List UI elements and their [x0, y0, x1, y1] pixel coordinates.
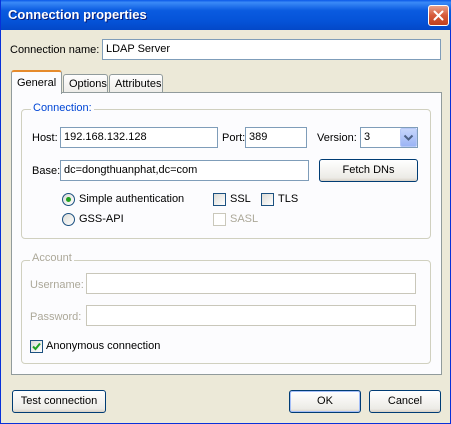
- tab-options-label: Options: [69, 78, 107, 90]
- host-input[interactable]: 192.168.132.128: [60, 127, 218, 148]
- cancel-button[interactable]: Cancel: [369, 390, 441, 413]
- tab-options[interactable]: Options: [63, 74, 108, 94]
- anonymous-label: Anonymous connection: [46, 340, 161, 352]
- tls-label: TLS: [278, 193, 299, 205]
- close-icon: [433, 10, 444, 21]
- ssl-label: SSL: [230, 193, 251, 205]
- close-button[interactable]: [428, 5, 449, 26]
- checkmark-icon: [32, 342, 41, 351]
- version-dropdown-button[interactable]: [400, 128, 417, 147]
- port-label: Port:: [222, 132, 246, 144]
- sasl-checkbox[interactable]: [213, 213, 226, 226]
- sasl-label: SASL: [230, 213, 259, 225]
- connection-group-title: Connection:: [31, 102, 94, 114]
- port-input[interactable]: 389: [245, 127, 307, 148]
- account-group-title: Account: [30, 252, 74, 264]
- tab-attributes[interactable]: Attributes: [109, 74, 163, 94]
- window-title: Connection properties: [8, 7, 147, 22]
- tab-attributes-label: Attributes: [115, 78, 162, 90]
- tab-general-label: General: [17, 77, 57, 89]
- title-bar[interactable]: Connection properties: [1, 0, 451, 30]
- username-label: Username:: [30, 279, 84, 291]
- gss-api-label: GSS-API: [79, 213, 124, 225]
- tab-general[interactable]: General: [11, 70, 62, 94]
- connection-name-input[interactable]: LDAP Server: [102, 39, 441, 60]
- test-connection-button[interactable]: Test connection: [12, 390, 106, 413]
- base-label: Base:: [32, 165, 61, 177]
- tls-checkbox[interactable]: [261, 193, 274, 206]
- username-input[interactable]: [86, 273, 416, 294]
- version-label: Version:: [317, 132, 357, 144]
- dialog-window: Connection properties Connection name: L…: [0, 0, 451, 424]
- fetch-dns-button[interactable]: Fetch DNs: [319, 159, 418, 182]
- ssl-checkbox[interactable]: [213, 193, 226, 206]
- gss-api-radio[interactable]: [62, 213, 75, 226]
- ok-button[interactable]: OK: [289, 390, 361, 413]
- version-value: 3: [364, 131, 371, 143]
- simple-auth-radio[interactable]: [62, 193, 75, 206]
- connection-name-label: Connection name:: [10, 44, 100, 56]
- anonymous-checkbox[interactable]: [30, 340, 43, 353]
- host-label: Host:: [32, 132, 58, 144]
- radio-selected-dot: [66, 197, 71, 202]
- simple-auth-label: Simple authentication: [79, 193, 185, 205]
- chevron-down-icon: [403, 134, 414, 141]
- password-label: Password:: [30, 311, 82, 323]
- base-input[interactable]: dc=dongthuanphat,dc=com: [60, 160, 309, 181]
- password-input[interactable]: [86, 305, 416, 326]
